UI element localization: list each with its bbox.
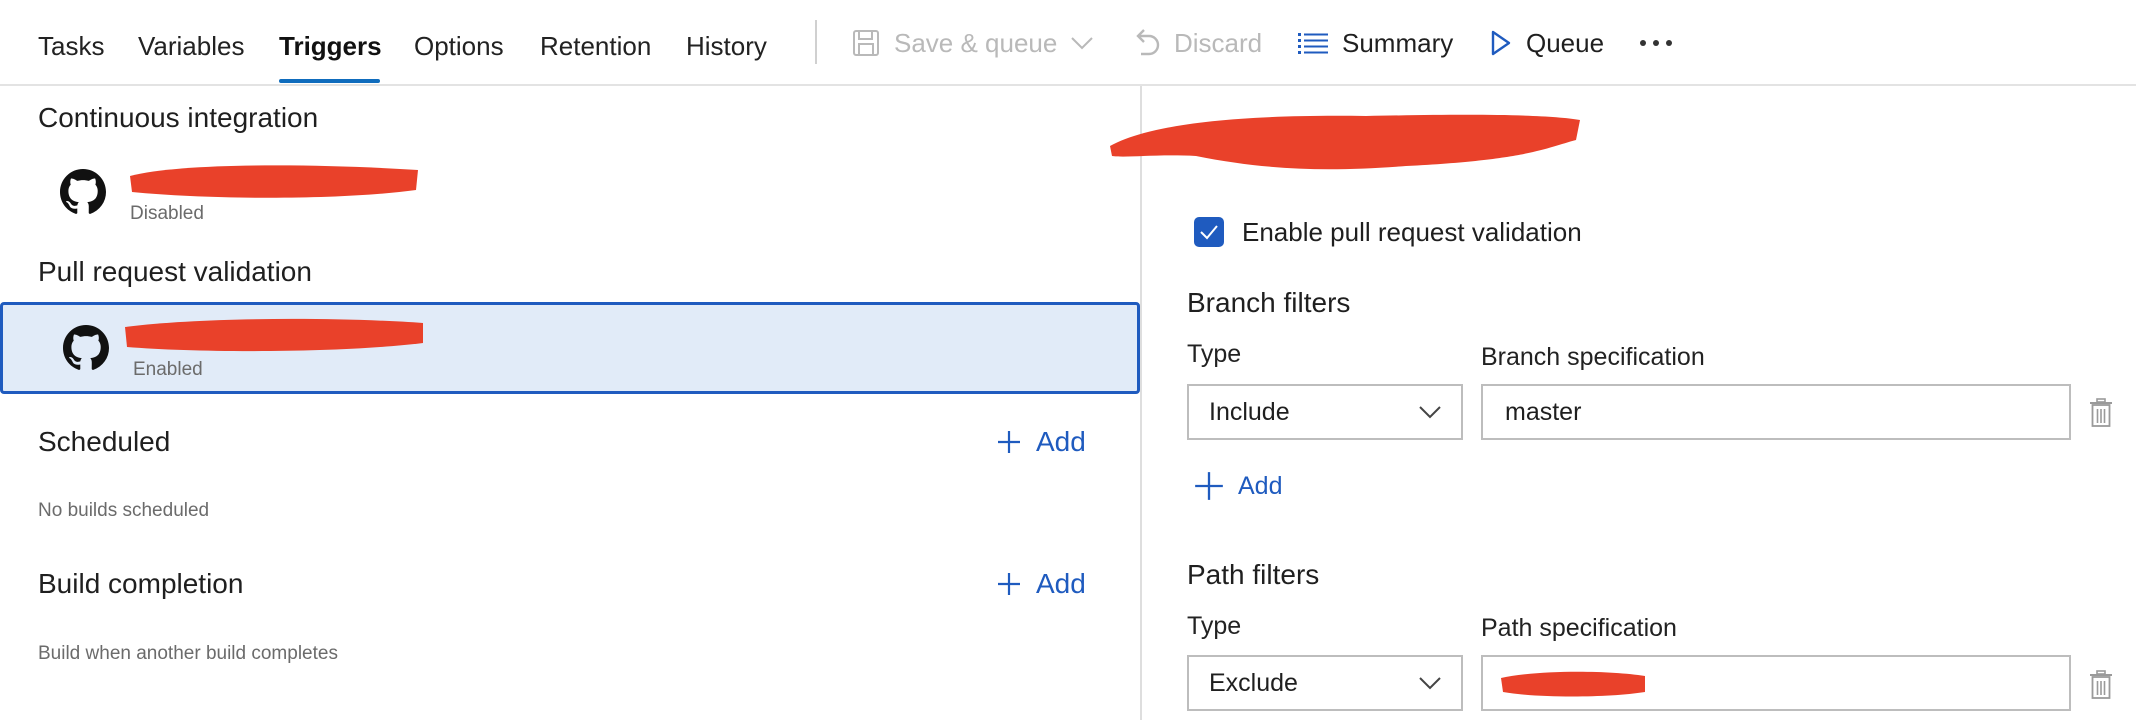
tab-options[interactable]: Options xyxy=(414,26,504,66)
redacted-path-value xyxy=(1501,671,1645,697)
branch-type-value: Include xyxy=(1209,397,1290,426)
ci-status: Disabled xyxy=(130,203,204,224)
enable-pr-checkbox[interactable] xyxy=(1194,217,1224,247)
pr-repo-row[interactable]: Enabled xyxy=(0,302,1140,394)
play-icon xyxy=(1490,30,1512,56)
trash-icon[interactable] xyxy=(2089,398,2113,428)
queue-label: Queue xyxy=(1526,28,1605,58)
path-spec-input[interactable] xyxy=(1481,655,2071,711)
build-completion-add-label: Add xyxy=(1036,568,1086,599)
scheduled-section-title: Scheduled xyxy=(38,426,171,457)
plus-icon xyxy=(1195,472,1223,500)
pr-section-title: Pull request validation xyxy=(38,256,312,287)
list-icon xyxy=(1298,31,1328,55)
undo-icon xyxy=(1132,28,1160,58)
chevron-down-icon xyxy=(1419,406,1441,419)
plus-icon xyxy=(998,431,1020,453)
save-queue-label: Save & queue xyxy=(894,28,1058,58)
path-type-label: Type xyxy=(1187,612,1242,640)
branch-filter-add-button[interactable]: Add xyxy=(1194,468,1282,504)
branch-spec-value: master xyxy=(1505,397,1582,426)
summary-button[interactable]: Summary xyxy=(1298,22,1453,64)
summary-label: Summary xyxy=(1342,28,1454,58)
path-spec-label: Path specification xyxy=(1481,614,1677,642)
redacted-title xyxy=(1110,114,1580,170)
branch-type-label: Type xyxy=(1187,340,1242,368)
more-icon xyxy=(1640,40,1672,46)
build-completion-section-title: Build completion xyxy=(38,568,244,599)
path-type-value: Exclude xyxy=(1209,668,1298,697)
chevron-down-icon xyxy=(1071,36,1094,50)
pipeline-editor: Tasks Variables Triggers Options Retenti… xyxy=(0,0,2136,720)
path-filters-title: Path filters xyxy=(1187,559,1320,590)
ci-repo-row[interactable]: Disabled xyxy=(0,146,1140,238)
discard-label: Discard xyxy=(1174,28,1263,58)
build-completion-add-button[interactable]: Add xyxy=(996,566,1086,602)
pane-divider xyxy=(1140,86,1142,720)
github-icon xyxy=(63,325,109,370)
branch-type-dropdown[interactable]: Include xyxy=(1187,384,1463,440)
ci-section-title: Continuous integration xyxy=(38,102,319,133)
toolbar-separator xyxy=(815,20,817,64)
discard-button[interactable]: Discard xyxy=(1132,22,1262,64)
build-completion-hint: Build when another build completes xyxy=(38,643,338,664)
redacted-repo-name xyxy=(130,165,418,198)
tab-history[interactable]: History xyxy=(686,26,767,66)
branch-spec-input[interactable]: master xyxy=(1481,384,2071,440)
tab-triggers[interactable]: Triggers xyxy=(279,26,382,66)
tab-retention[interactable]: Retention xyxy=(540,26,651,66)
chevron-down-icon xyxy=(1419,677,1441,690)
queue-button[interactable]: Queue xyxy=(1490,22,1604,64)
scheduled-hint: No builds scheduled xyxy=(38,500,210,521)
branch-filters-title: Branch filters xyxy=(1187,287,1351,318)
github-icon xyxy=(60,169,106,214)
check-icon xyxy=(1200,225,1218,240)
save-icon xyxy=(852,29,880,57)
pr-status: Enabled xyxy=(133,359,203,380)
trash-icon[interactable] xyxy=(2089,670,2113,700)
more-options-button[interactable] xyxy=(1636,22,1676,64)
tab-tasks[interactable]: Tasks xyxy=(38,26,104,66)
path-type-dropdown[interactable]: Exclude xyxy=(1187,655,1463,711)
active-tab-indicator xyxy=(279,79,380,83)
top-toolbar: Tasks Variables Triggers Options Retenti… xyxy=(0,0,2136,86)
plus-icon xyxy=(998,573,1020,595)
tab-variables[interactable]: Variables xyxy=(138,26,244,66)
redacted-repo-name xyxy=(125,318,423,352)
scheduled-add-button[interactable]: Add xyxy=(996,424,1086,460)
branch-spec-label: Branch specification xyxy=(1481,343,1705,371)
branch-filter-add-label: Add xyxy=(1238,472,1283,500)
enable-pr-label: Enable pull request validation xyxy=(1242,217,1582,247)
scheduled-add-label: Add xyxy=(1036,426,1086,457)
save-queue-button[interactable]: Save & queue xyxy=(852,22,1094,64)
